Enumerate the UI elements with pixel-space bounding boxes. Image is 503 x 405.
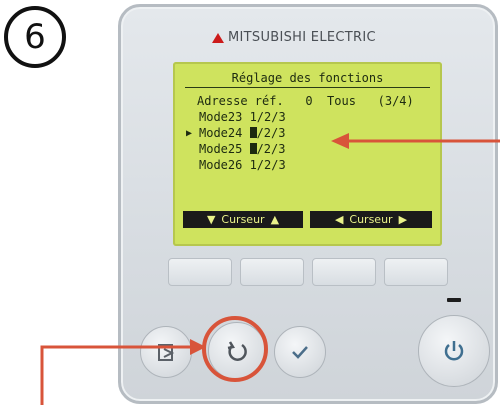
- lcd-pointer-arrowhead: [331, 133, 349, 149]
- annotation-arrows: [40, 133, 500, 405]
- return-pointer-arrowhead: [190, 339, 206, 355]
- return-pointer-arrow: [40, 345, 196, 405]
